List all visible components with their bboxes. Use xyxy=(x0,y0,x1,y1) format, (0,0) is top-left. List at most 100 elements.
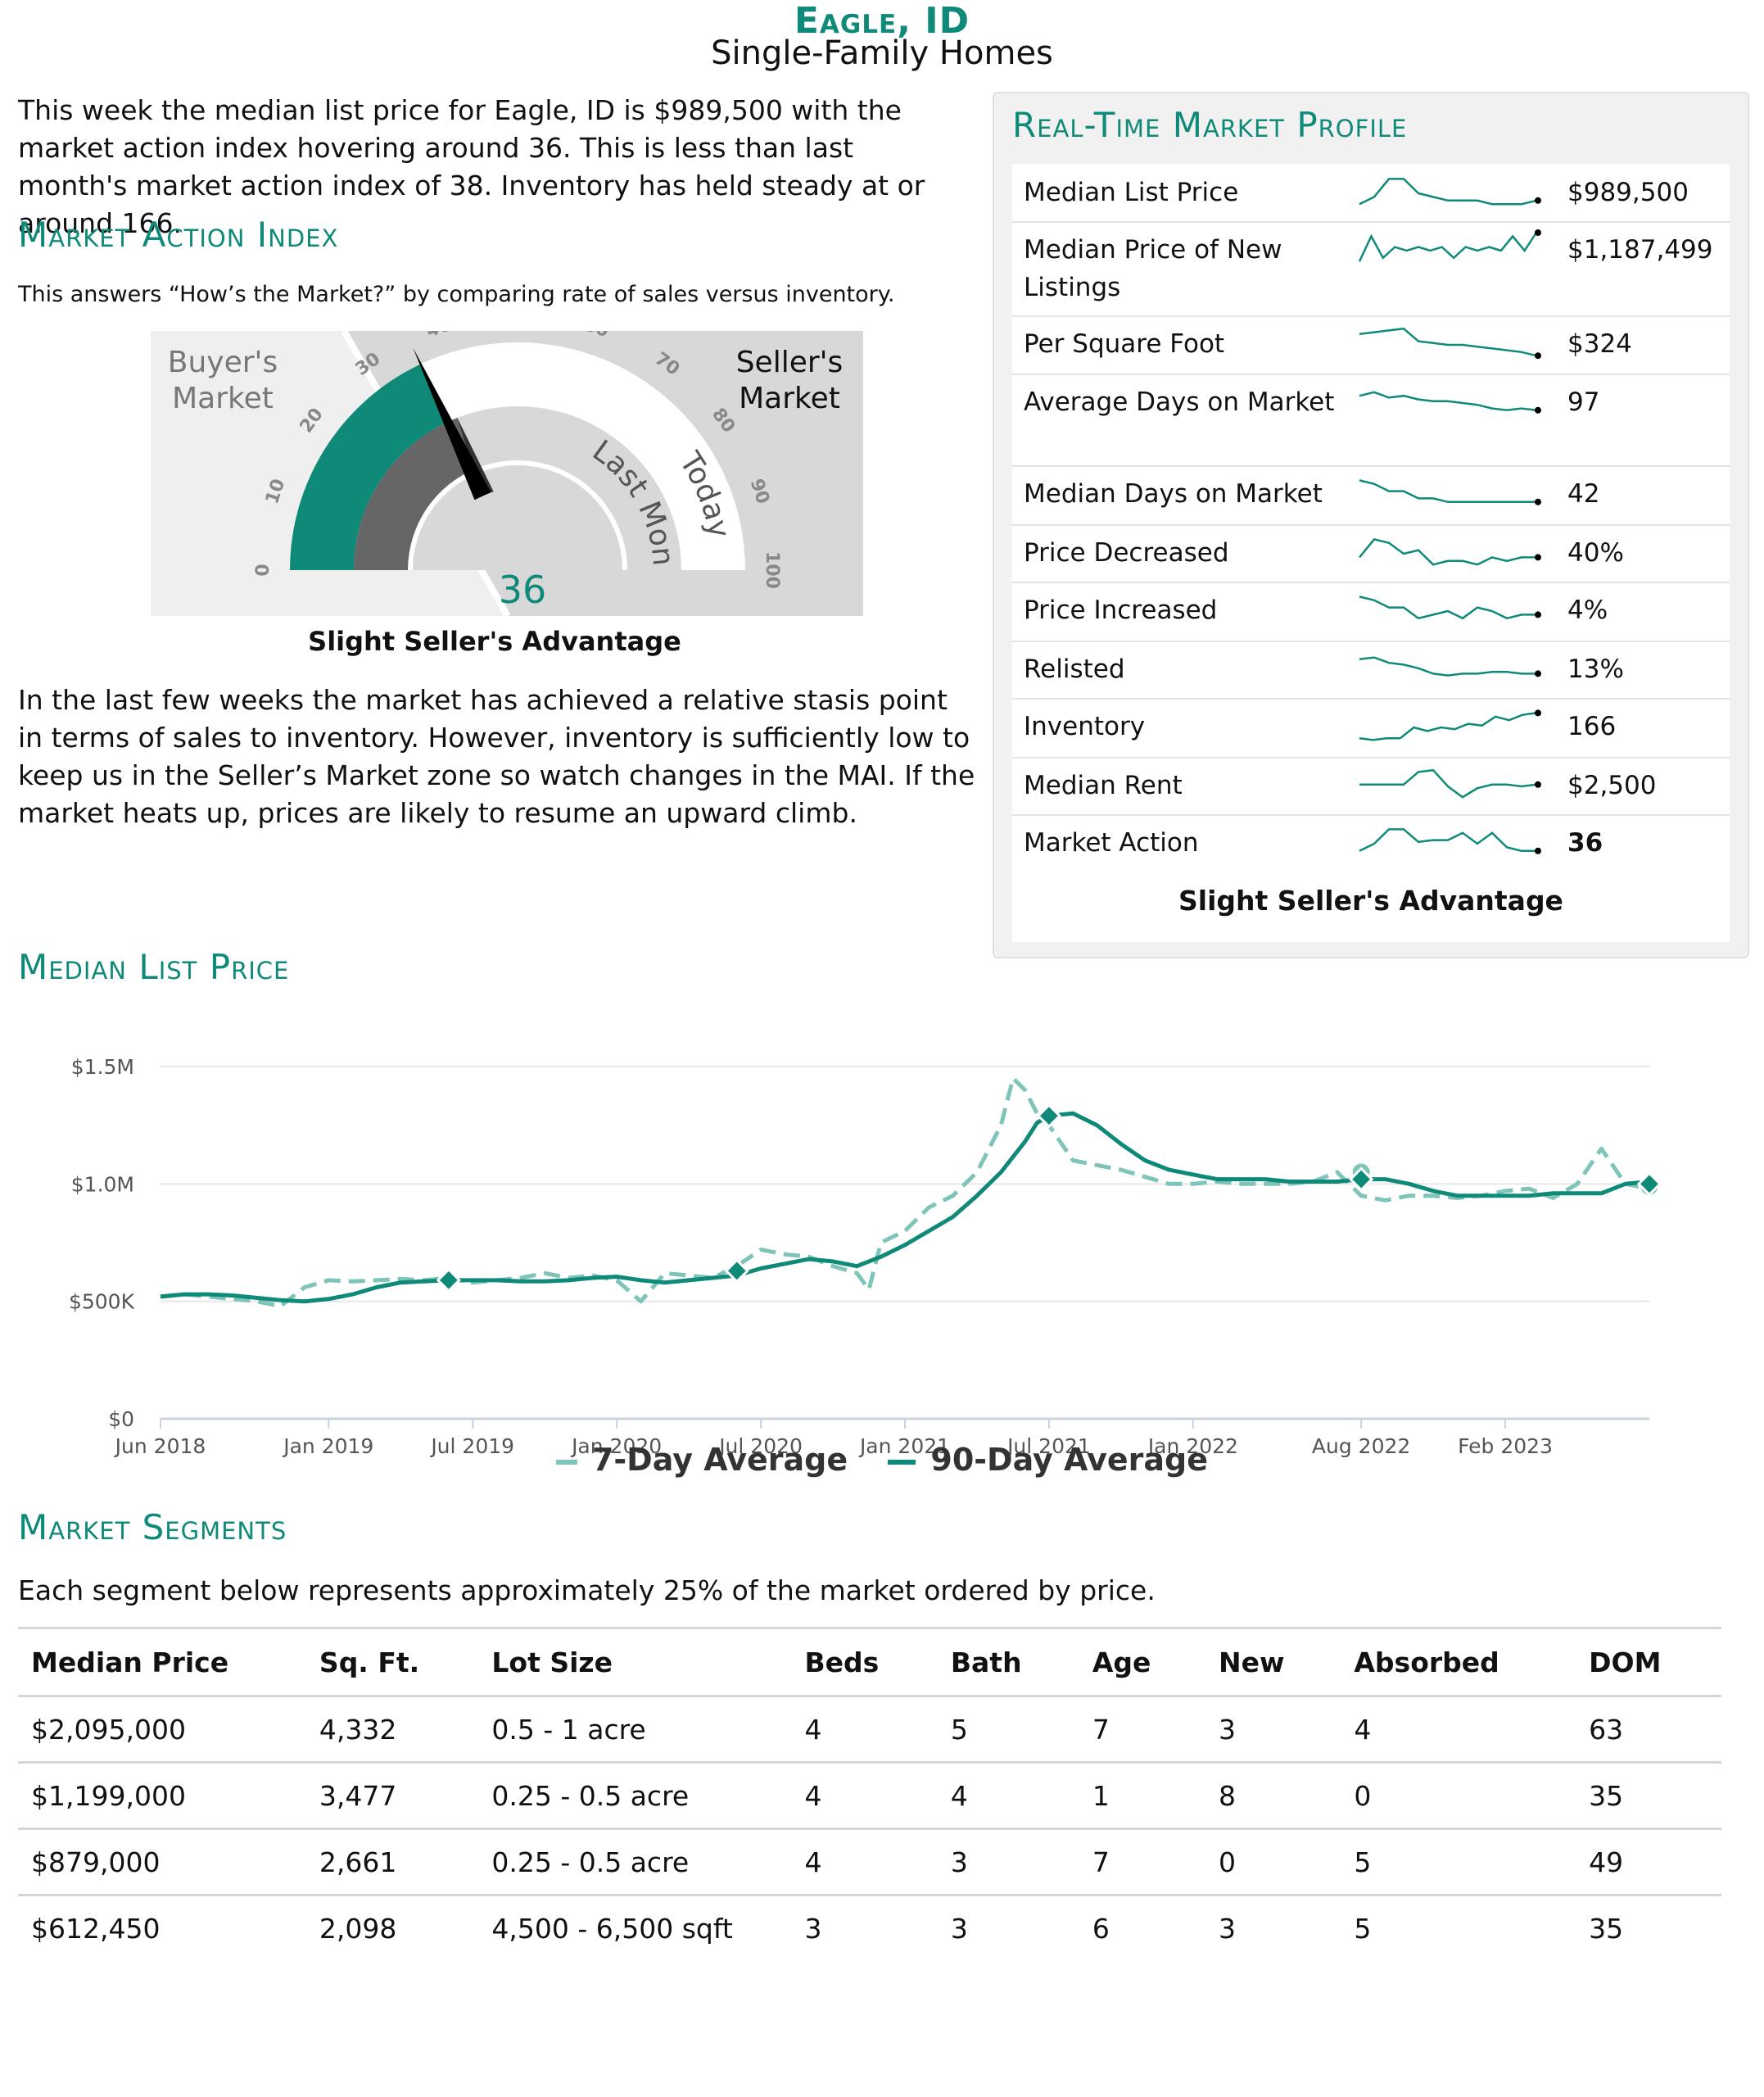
segments-cell: 5 xyxy=(1354,1912,1372,1945)
legend-item-90-day[interactable]: 90-Day Average xyxy=(888,1442,1208,1478)
segments-cell: 63 xyxy=(1576,1696,1721,1764)
sparkline-endpoint xyxy=(1535,352,1541,360)
profile-row: Price Increased 4% xyxy=(1012,582,1730,642)
segments-row: $1,199,000 3,477 0.25 - 0.5 acre 4 4 1 8 0 35 xyxy=(18,1762,1721,1830)
sparkline-path xyxy=(1359,391,1537,412)
profile-sparkline xyxy=(1359,537,1541,566)
profile-row: Average Days on Market 97 xyxy=(1012,374,1730,467)
y-tick-label: $500K xyxy=(69,1290,135,1314)
profile-row-label: Per Square Foot xyxy=(1024,329,1225,359)
segments-column-header: Median Price xyxy=(18,1627,306,1697)
segments-cell: $2,095,000 xyxy=(18,1696,306,1764)
sparkline-path xyxy=(1359,327,1537,357)
segments-cell: 2,661 xyxy=(305,1828,479,1896)
gauge-tick-label: 0 xyxy=(253,564,274,576)
sparkline-endpoint xyxy=(1535,554,1541,561)
profile-row: Inventory 166 xyxy=(1012,698,1730,759)
segments-column-header: Bath xyxy=(937,1627,1079,1697)
segments-column-header: DOM xyxy=(1576,1627,1721,1697)
profile-row-value: 42 xyxy=(1567,479,1600,509)
profile-row: Median Rent $2,500 xyxy=(1012,757,1730,816)
sparkline-path xyxy=(1359,712,1537,741)
segments-cell: 0 xyxy=(1341,1762,1576,1830)
segments-header-row: Median Price Sq. Ft. Lot Size Beds Bath Age Ne… xyxy=(18,1627,1721,1697)
sparkline-path xyxy=(1359,768,1537,799)
profile-row-value: $2,500 xyxy=(1567,771,1657,800)
profile-sparkline xyxy=(1359,656,1541,677)
profile-row-value: $1,187,499 xyxy=(1567,235,1713,265)
mai-heading: Market Action Index xyxy=(18,215,339,255)
profile-row-value: $989,500 xyxy=(1567,178,1689,207)
profile-row-label: Median Price of New Listings xyxy=(1024,235,1282,302)
profile-row-label: Inventory xyxy=(1024,712,1146,741)
profile-row-label: Average Days on Market xyxy=(1024,387,1335,417)
profile-row-value: 97 xyxy=(1567,387,1600,417)
legend-swatch-90-day xyxy=(888,1459,916,1465)
segments-cell: 4,332 xyxy=(305,1696,479,1764)
sparkline-endpoint xyxy=(1535,197,1541,204)
sparkline-path xyxy=(1359,537,1536,566)
sparkline-path xyxy=(1359,178,1537,206)
stasis-paragraph: In the last few weeks the market has ach… xyxy=(18,684,975,829)
gauge-tick-label: 100 xyxy=(762,551,782,589)
segments-cell: 49 xyxy=(1576,1828,1721,1896)
series-line-90-day xyxy=(160,1111,1650,1304)
segments-cell: 5 xyxy=(1341,1828,1576,1896)
segments-column-header: Age xyxy=(1079,1627,1205,1697)
segments-cell: 4,500 - 6,500 sqft xyxy=(491,1912,733,1945)
profile-row: Relisted 13% xyxy=(1012,641,1730,700)
profile-row-label: Market Action xyxy=(1024,828,1199,858)
profile-row-value: 13% xyxy=(1567,654,1624,684)
profile-row-label: Median Rent xyxy=(1024,771,1183,800)
market-profile-panel: Real-Time Market Profile Median List Pri… xyxy=(993,92,1749,958)
segments-row: $879,000 2,661 0.25 - 0.5 acre 4 3 7 0 5 49 xyxy=(18,1828,1721,1896)
profile-sparkline xyxy=(1359,391,1541,414)
gauge-svg: 0102030405060708090100Last MonthTodayBuy… xyxy=(142,305,863,618)
series-line-7-day xyxy=(160,1076,1650,1308)
sparkline-path xyxy=(1359,479,1536,504)
segments-cell: 3 xyxy=(1219,1912,1236,1945)
legend-swatch-7-day xyxy=(555,1459,577,1465)
segments-description: Each segment below represents approximat… xyxy=(18,1574,1156,1606)
sparkline-path xyxy=(1358,232,1538,262)
segments-cell: 3,477 xyxy=(305,1762,479,1830)
profile-sparkline xyxy=(1359,709,1541,741)
profile-row: Median Price of New Listings $1,187,499 xyxy=(1012,221,1730,317)
profile-sparkline xyxy=(1359,596,1541,620)
sparkline-endpoint xyxy=(1535,781,1541,788)
legend-label-90-day: 90-Day Average xyxy=(930,1442,1209,1478)
segments-row: $612,450 2,098 4,500 - 6,500 sqft 3 3 6 3 5 35 xyxy=(18,1895,1721,1961)
segments-cell: 0.5 - 1 acre xyxy=(478,1696,792,1764)
segments-cell: 5 xyxy=(937,1696,1079,1764)
segments-cell: 3 xyxy=(950,1912,968,1945)
sparkline-endpoint xyxy=(1535,229,1541,236)
profile-row-label: Price Increased xyxy=(1024,596,1218,625)
profile-row: Price Decreased 40% xyxy=(1012,524,1730,583)
gauge-value: 36 xyxy=(499,568,547,612)
segments-row: $2,095,000 4,332 0.5 - 1 acre 4 5 7 3 4 63 xyxy=(18,1696,1721,1764)
profile-row-label: Median Days on Market xyxy=(1024,479,1323,509)
segments-cell: 7 xyxy=(1079,1696,1205,1764)
segments-cell: 4 xyxy=(1341,1696,1576,1764)
legend-item-7-day[interactable]: 7-Day Average xyxy=(555,1442,848,1478)
segments-cell: 8 xyxy=(1205,1762,1341,1830)
sparkline-endpoint xyxy=(1535,611,1541,618)
gauge-sellers-label: Seller's xyxy=(736,346,844,379)
profile-row-label: Relisted xyxy=(1024,654,1125,684)
market-segments-heading: Market Segments xyxy=(18,1507,287,1547)
profile-sparkline xyxy=(1359,479,1541,505)
segments-cell: 7 xyxy=(1079,1828,1205,1896)
segments-cell: 3 xyxy=(1205,1696,1341,1764)
segments-table: Median Price Sq. Ft. Lot Size Beds Bath Age Ne… xyxy=(18,1627,1721,1960)
sparkline-endpoint xyxy=(1535,406,1541,414)
gauge-caption: Slight Seller's Advantage xyxy=(308,626,681,657)
profile-footer: Slight Seller's Advantage xyxy=(1178,885,1563,917)
median-list-price-chart: $0$500K$1.0M$1.5MJun 2018 Jan 2019 Jul 201… xyxy=(69,1055,1662,1458)
profile-row-value: 40% xyxy=(1567,538,1624,568)
profile-row: Median Days on Market 42 xyxy=(1012,465,1730,526)
segments-cell: 6 xyxy=(1092,1912,1110,1945)
legend-label-7-day: 7-Day Average xyxy=(591,1442,848,1478)
segments-cell: 0.25 - 0.5 acre xyxy=(478,1828,792,1896)
segments-cell: $612,450 xyxy=(31,1912,161,1945)
segments-column-header: New xyxy=(1205,1627,1341,1697)
